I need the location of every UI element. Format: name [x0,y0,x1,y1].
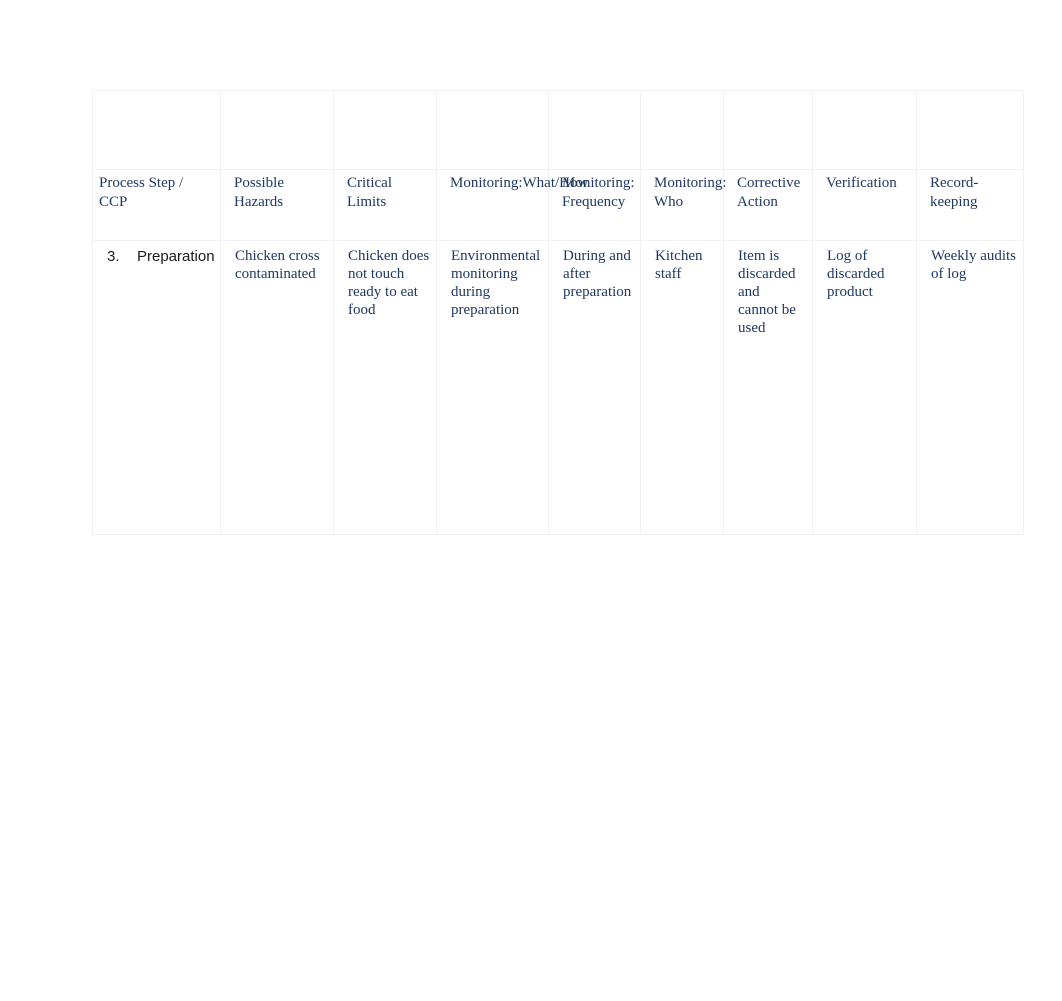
monitoring-frequency-text: During and after preparation [563,248,632,300]
verification-text: Log of discarded product [827,248,885,300]
table-blank-row [92,90,1024,170]
header-label-record-keeping: Record-keeping [930,175,979,210]
header-label-monitoring-what-how: Monitoring:What/How [450,175,589,191]
monitoring-what-how-text: Environmental monitoring during preparat… [451,248,541,318]
table-row: 3. Preparation Chicken cross contaminate… [92,240,1024,535]
header-cell-monitoring-who[interactable]: Monitoring: Who [640,169,727,241]
blank-cell-1[interactable] [92,90,221,170]
cell-verification[interactable]: Log of discarded product [812,240,917,535]
header-label-monitoring-frequency: Monitoring: Frequency [562,175,635,210]
header-label-corrective-action: Corrective Action [737,175,801,210]
cell-monitoring-frequency[interactable]: During and after preparation [548,240,641,535]
blank-cell-4[interactable] [436,90,549,170]
monitoring-who-text: Kitchen staff [655,248,703,282]
cell-monitoring-who[interactable]: Kitchen staff [640,240,724,535]
process-step-label: Preparation [137,248,215,265]
haccp-table-container: Process Step / CCP Possible Hazards Crit… [92,90,1024,535]
header-cell-critical-limits[interactable]: Critical Limits [333,169,437,241]
cell-possible-hazards[interactable]: Chicken cross contaminated [220,240,334,535]
cell-process-step[interactable]: 3. Preparation [92,240,221,535]
cell-critical-limits[interactable]: Chicken does not touch ready to eat food [333,240,437,535]
possible-hazards-text: Chicken cross contaminated [235,248,320,282]
cell-corrective-action[interactable]: Item is discarded and cannot be used [723,240,813,535]
header-cell-verification[interactable]: Verification [812,169,917,241]
blank-cell-6[interactable] [640,90,724,170]
critical-limits-text: Chicken does not touch ready to eat food [348,248,430,318]
record-keeping-text: Weekly audits of log [931,248,1017,282]
cell-monitoring-what-how[interactable]: Environmental monitoring during preparat… [436,240,549,535]
blank-cell-7[interactable] [723,90,813,170]
blank-cell-2[interactable] [220,90,334,170]
header-cell-possible-hazards[interactable]: Possible Hazards [220,169,334,241]
header-cell-record-keeping[interactable]: Record-keeping [916,169,1024,241]
header-cell-process-step[interactable]: Process Step / CCP [92,169,221,241]
header-label-critical-limits: Critical Limits [347,175,392,210]
blank-cell-9[interactable] [916,90,1024,170]
cell-record-keeping[interactable]: Weekly audits of log [916,240,1024,535]
blank-cell-3[interactable] [333,90,437,170]
header-label-possible-hazards: Possible Hazards [234,175,285,210]
blank-cell-5[interactable] [548,90,641,170]
process-step-number: 3. [107,248,120,265]
header-cell-corrective-action[interactable]: Corrective Action [723,169,813,241]
blank-cell-8[interactable] [812,90,917,170]
header-cell-monitoring-frequency[interactable]: Monitoring: Frequency [548,169,641,241]
corrective-action-text: Item is discarded and cannot be used [738,248,796,336]
haccp-plan-table: Process Step / CCP Possible Hazards Crit… [92,90,1024,535]
process-step-list-item: 3. Preparation [99,245,215,266]
header-label-process-step: Process Step / CCP [99,175,184,210]
header-label-monitoring-who: Monitoring: Who [654,175,727,210]
header-label-verification: Verification [826,175,897,191]
table-header-row: Process Step / CCP Possible Hazards Crit… [92,169,1024,241]
header-cell-monitoring-what-how[interactable]: Monitoring:What/How [436,169,589,241]
